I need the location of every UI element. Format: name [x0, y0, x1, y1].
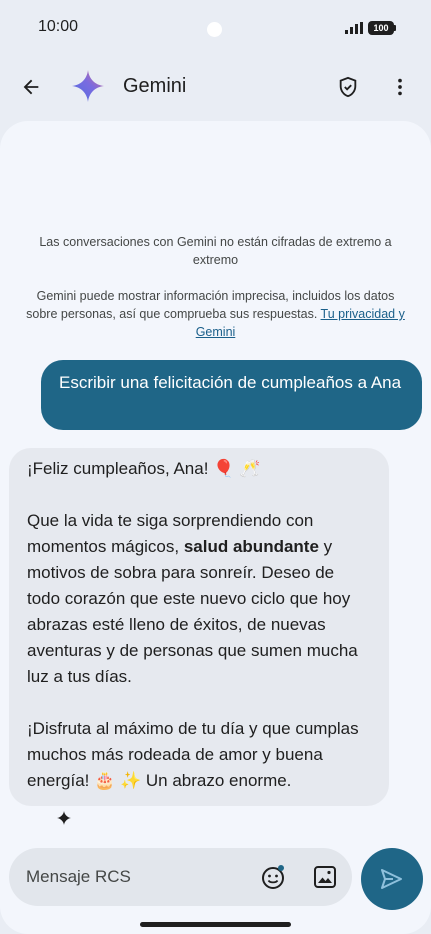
camera-cutout: [207, 22, 222, 37]
paragraph-2-end: y motivos de sobra para sonreír. Deseo d…: [27, 537, 358, 686]
battery-tip: [394, 25, 396, 31]
send-button[interactable]: [361, 848, 423, 910]
more-vert-icon: [398, 78, 402, 96]
gemini-sparkle-small-icon: [57, 811, 71, 825]
battery-icon: 100: [368, 21, 394, 35]
emoji-icon[interactable]: [260, 864, 286, 890]
gemini-sparkle-icon: [72, 70, 104, 102]
app-title: Gemini: [123, 75, 187, 97]
message-greeting: ¡Feliz cumpleaños, Ana! 🎈 🥂: [27, 459, 261, 478]
phone-screen: 10:00 100 Gemini Las conversaciones con …: [0, 0, 431, 934]
accuracy-notice: Gemini puede mostrar información impreci…: [20, 287, 411, 341]
back-button[interactable]: [16, 72, 46, 102]
message-paragraph-3: ¡Disfruta al máximo de tu día y que cump…: [27, 719, 359, 790]
status-time: 10:00: [38, 18, 79, 35]
status-bar: 10:00 100: [0, 0, 431, 56]
incoming-message[interactable]: ¡Feliz cumpleaños, Ana! 🎈 🥂 Que la vida …: [9, 448, 389, 806]
message-paragraph-2: Que la vida te siga sorprendiendo con mo…: [27, 508, 371, 690]
encryption-notice: Las conversaciones con Gemini no están c…: [39, 235, 392, 267]
message-input[interactable]: [26, 865, 246, 889]
shield-check-icon: [339, 76, 357, 98]
paragraph-2-bold: salud abundante: [183, 537, 319, 556]
app-bar: Gemini: [0, 56, 431, 116]
message-composer: [9, 848, 352, 906]
home-indicator[interactable]: [140, 922, 291, 927]
security-button[interactable]: [333, 72, 363, 102]
more-options-button[interactable]: [385, 72, 415, 102]
arrow-back-icon: [23, 79, 39, 95]
send-icon: [381, 869, 402, 889]
image-icon[interactable]: [312, 864, 338, 890]
outgoing-message[interactable]: Escribir una felicitación de cumpleaños …: [41, 360, 422, 430]
conversation-panel[interactable]: Las conversaciones con Gemini no están c…: [0, 121, 431, 934]
signal-icon: [345, 22, 363, 34]
